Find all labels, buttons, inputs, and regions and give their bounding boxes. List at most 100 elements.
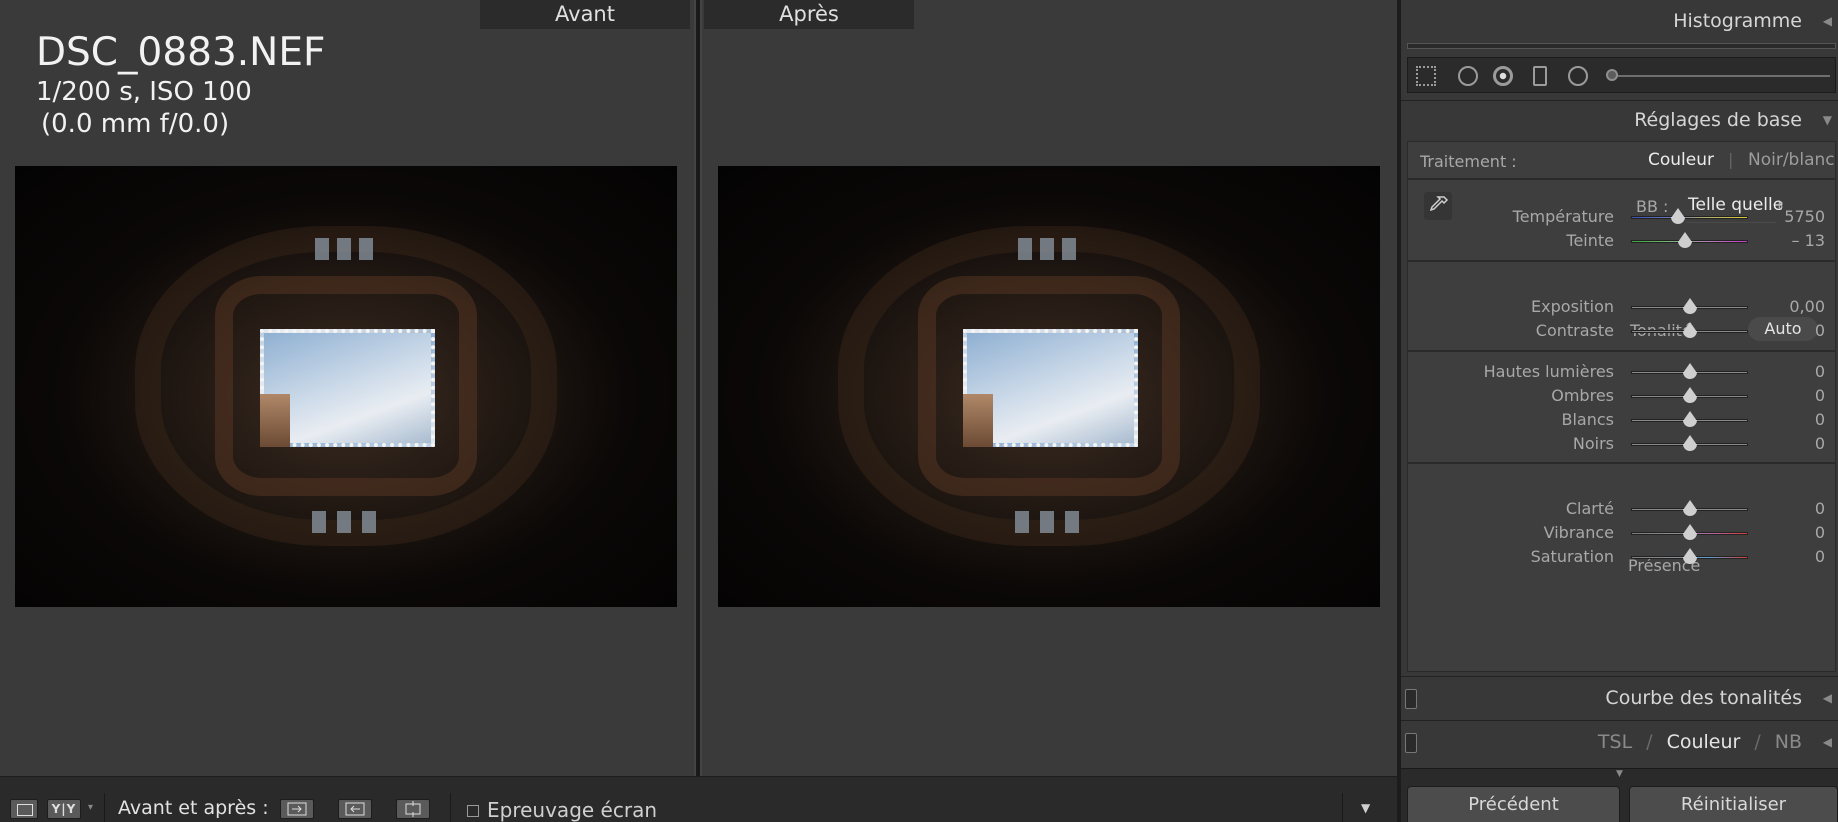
- temperature-value[interactable]: 5750: [1784, 207, 1825, 226]
- before-label: Avant: [480, 0, 690, 29]
- photo-window: [337, 511, 351, 533]
- hsl-slash: /: [1646, 731, 1653, 753]
- tone-curve-toggle[interactable]: [1405, 689, 1417, 709]
- shadows-thumb[interactable]: [1682, 387, 1697, 403]
- hsl-tab-nb[interactable]: NB: [1775, 731, 1802, 753]
- temperature-label: Température: [1512, 207, 1614, 226]
- exposure-thumb[interactable]: [1682, 298, 1697, 314]
- contrast-value[interactable]: 0: [1815, 321, 1825, 340]
- arrow-right-icon: [287, 802, 307, 816]
- photo-window: [362, 511, 376, 533]
- whites-track[interactable]: [1631, 411, 1748, 427]
- clarity-thumb[interactable]: [1682, 500, 1697, 516]
- treatment-label: Traitement :: [1420, 152, 1517, 171]
- swap-icon: [405, 801, 421, 817]
- soft-proof-checkbox[interactable]: [467, 805, 479, 817]
- compare-toolbar: Y|Y ▾ Avant et après : Epreuvage écran ▼: [0, 776, 1397, 822]
- photo-window: [1040, 511, 1054, 533]
- exposure-track[interactable]: [1631, 298, 1748, 314]
- hsl-tab-tsl[interactable]: TSL: [1598, 731, 1632, 753]
- whites-thumb[interactable]: [1682, 411, 1697, 427]
- toolbar-options-icon[interactable]: ▼: [1361, 801, 1370, 815]
- highlights-track[interactable]: [1631, 363, 1748, 379]
- collapse-triangle-icon: ◀: [1822, 735, 1832, 749]
- tone-curve-header[interactable]: Courbe des tonalités ◀: [1401, 676, 1838, 718]
- temperature-slider-row: Température 5750: [1408, 205, 1837, 229]
- photo-window: [337, 238, 351, 260]
- hsl-toggle[interactable]: [1405, 733, 1417, 753]
- treatment-color-option[interactable]: Couleur: [1648, 150, 1714, 170]
- view-mode-dropdown-icon[interactable]: ▾: [88, 802, 93, 813]
- exposure-value[interactable]: 0,00: [1789, 297, 1825, 316]
- vibrance-value[interactable]: 0: [1815, 523, 1825, 542]
- saturation-thumb[interactable]: [1682, 548, 1697, 564]
- vibrance-track[interactable]: [1631, 524, 1748, 540]
- after-pane: Après: [702, 0, 1397, 776]
- develop-right-panel: Histogramme ◀ Réglages de base ▼ Traitem…: [1397, 0, 1838, 822]
- basic-panel-header[interactable]: Réglages de base ▼: [1401, 100, 1838, 138]
- radial-filter-icon[interactable]: [1568, 66, 1588, 86]
- previous-button[interactable]: Précédent: [1407, 786, 1620, 822]
- shadows-slider-row: Ombres 0: [1408, 384, 1837, 408]
- highlights-thumb[interactable]: [1682, 363, 1697, 379]
- contrast-thumb[interactable]: [1682, 322, 1697, 338]
- shadows-track[interactable]: [1631, 387, 1748, 403]
- copy-after-to-before-button[interactable]: [338, 799, 372, 819]
- shadows-label: Ombres: [1551, 386, 1614, 405]
- clarity-track[interactable]: [1631, 500, 1748, 516]
- expand-triangle-icon: ▼: [1822, 113, 1832, 127]
- saturation-value[interactable]: 0: [1815, 547, 1825, 566]
- hsl-slash: /: [1754, 731, 1761, 753]
- hsl-tab-color[interactable]: Couleur: [1667, 731, 1741, 753]
- whites-label: Blancs: [1561, 410, 1615, 429]
- after-photo[interactable]: [718, 166, 1380, 607]
- swap-before-after-button[interactable]: [396, 799, 430, 819]
- photo-tower: [260, 394, 290, 447]
- photo-window: [359, 238, 373, 260]
- blacks-label: Noirs: [1572, 434, 1614, 453]
- saturation-slider-row: Saturation 0: [1408, 545, 1837, 569]
- basic-panel: Traitement : Couleur | Noir/blanc BB : T…: [1407, 141, 1836, 672]
- blacks-value[interactable]: 0: [1815, 434, 1825, 453]
- hsl-header[interactable]: TSL / Couleur / NB ◀: [1401, 720, 1838, 762]
- loupe-view-button[interactable]: [10, 799, 38, 819]
- contrast-label: Contraste: [1535, 321, 1614, 340]
- tint-track[interactable]: [1631, 232, 1748, 248]
- blacks-track[interactable]: [1631, 435, 1748, 451]
- adjustment-brush-icon[interactable]: [1606, 69, 1618, 81]
- graduated-filter-icon[interactable]: [1533, 66, 1547, 86]
- crop-icon[interactable]: [1416, 66, 1436, 86]
- vibrance-thumb[interactable]: [1682, 524, 1697, 540]
- soft-proof-label[interactable]: Epreuvage écran: [487, 798, 657, 822]
- histogram-header[interactable]: Histogramme ◀: [1401, 0, 1838, 42]
- temperature-thumb[interactable]: [1671, 208, 1685, 224]
- blacks-thumb[interactable]: [1682, 435, 1697, 451]
- saturation-track[interactable]: [1631, 548, 1748, 564]
- highlights-value[interactable]: 0: [1815, 362, 1825, 381]
- blacks-slider-row: Noirs 0: [1408, 432, 1837, 456]
- spot-removal-icon[interactable]: [1458, 66, 1478, 86]
- photo-exposure: 1/200 s, ISO 100: [36, 77, 252, 107]
- before-photo[interactable]: [15, 166, 677, 607]
- shadows-value[interactable]: 0: [1815, 386, 1825, 405]
- tint-label: Teinte: [1566, 231, 1614, 250]
- toolbar-separator: [450, 793, 451, 822]
- contrast-track[interactable]: [1631, 322, 1748, 338]
- copy-before-to-after-button[interactable]: [280, 799, 314, 819]
- treatment-bw-option[interactable]: Noir/blanc: [1748, 150, 1835, 170]
- whites-value[interactable]: 0: [1815, 410, 1825, 429]
- highlights-label: Hautes lumières: [1483, 362, 1614, 381]
- reset-button[interactable]: Réinitialiser: [1629, 786, 1838, 822]
- panel-divider: [1407, 462, 1836, 464]
- after-label: Après: [704, 0, 914, 29]
- before-after-view-button[interactable]: Y|Y: [47, 799, 81, 819]
- adjustment-brush-track[interactable]: [1608, 75, 1830, 77]
- red-eye-icon[interactable]: [1493, 66, 1513, 86]
- clarity-value[interactable]: 0: [1815, 499, 1825, 518]
- temperature-track[interactable]: [1631, 208, 1748, 224]
- tint-value[interactable]: – 13: [1792, 231, 1825, 250]
- arrow-left-icon: [345, 802, 365, 816]
- compare-divider[interactable]: [694, 0, 702, 776]
- toolbar-separator: [104, 793, 105, 822]
- tint-thumb[interactable]: [1677, 232, 1692, 248]
